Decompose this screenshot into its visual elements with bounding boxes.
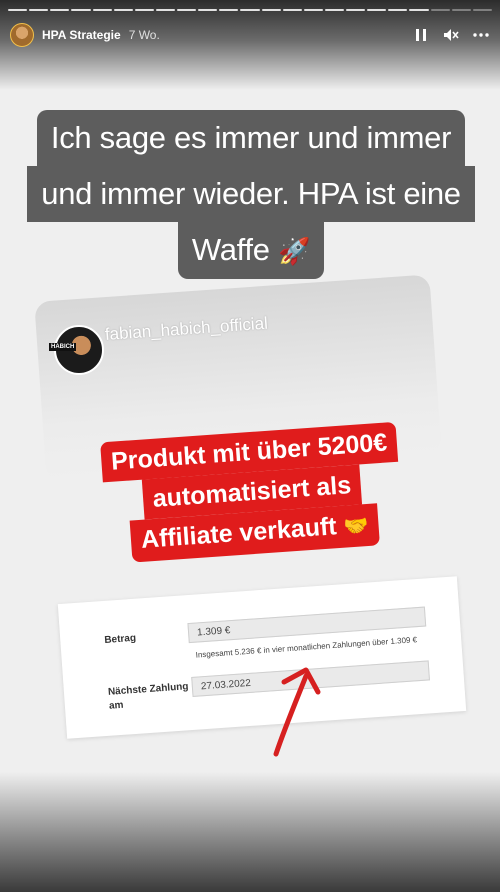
amount-label: Betrag: [104, 632, 137, 646]
progress-segment: [8, 9, 28, 11]
story-controls: [412, 26, 490, 44]
avatar-tag: HABICH: [49, 343, 77, 351]
caption-line-text: Waffe: [191, 232, 270, 267]
highlight-text-block: Produkt mit über 5200€ automatisiert als…: [64, 419, 440, 566]
progress-segment: [451, 9, 471, 11]
progress-segment: [155, 9, 175, 11]
progress-segment: [282, 9, 302, 11]
story-header: HPA Strategie 7 Wo.: [10, 22, 490, 48]
handshake-icon: 🤝: [342, 514, 370, 539]
story-progress-bar: [8, 9, 492, 11]
profile-username[interactable]: HPA Strategie: [42, 28, 121, 42]
highlight-line-text: Affiliate verkauft: [140, 512, 338, 554]
caption-line: und immer wieder. HPA ist eine: [27, 166, 475, 222]
progress-segment: [134, 9, 154, 11]
more-icon[interactable]: [472, 26, 490, 44]
progress-segment: [324, 9, 344, 11]
profile-avatar[interactable]: [10, 23, 34, 47]
progress-segment: [240, 9, 260, 11]
mute-icon[interactable]: [442, 26, 460, 44]
story-caption: Ich sage es immer und immer und immer wi…: [27, 110, 475, 279]
progress-segment: [472, 9, 492, 11]
progress-segment: [50, 9, 70, 11]
progress-segment: [198, 9, 218, 11]
next-payment-label: Nächste Zahlung: [107, 681, 189, 698]
progress-segment: [71, 9, 91, 11]
progress-segment: [219, 9, 239, 11]
progress-segment: [346, 9, 366, 11]
red-arrow-annotation: [273, 667, 321, 757]
progress-segment: [388, 9, 408, 11]
post-time: 7 Wo.: [128, 28, 160, 42]
rocket-icon: 🚀: [278, 236, 311, 266]
progress-segment: [303, 9, 323, 11]
progress-segment: [113, 9, 133, 11]
progress-segment: [177, 9, 197, 11]
pause-icon[interactable]: [412, 26, 430, 44]
amount-value: 1.309 €: [196, 625, 231, 639]
progress-segment: [430, 9, 450, 11]
caption-line: Ich sage es immer und immer: [36, 110, 466, 166]
bottom-gradient: [0, 772, 500, 892]
progress-segment: [261, 9, 281, 11]
next-payment-value: 27.03.2022: [200, 677, 252, 693]
caption-line: Waffe 🚀: [177, 222, 325, 279]
progress-segment: [92, 9, 112, 11]
progress-segment: [367, 9, 387, 11]
next-payment-label-2: am: [108, 699, 124, 712]
progress-segment: [29, 9, 49, 11]
progress-segment: [409, 9, 429, 11]
